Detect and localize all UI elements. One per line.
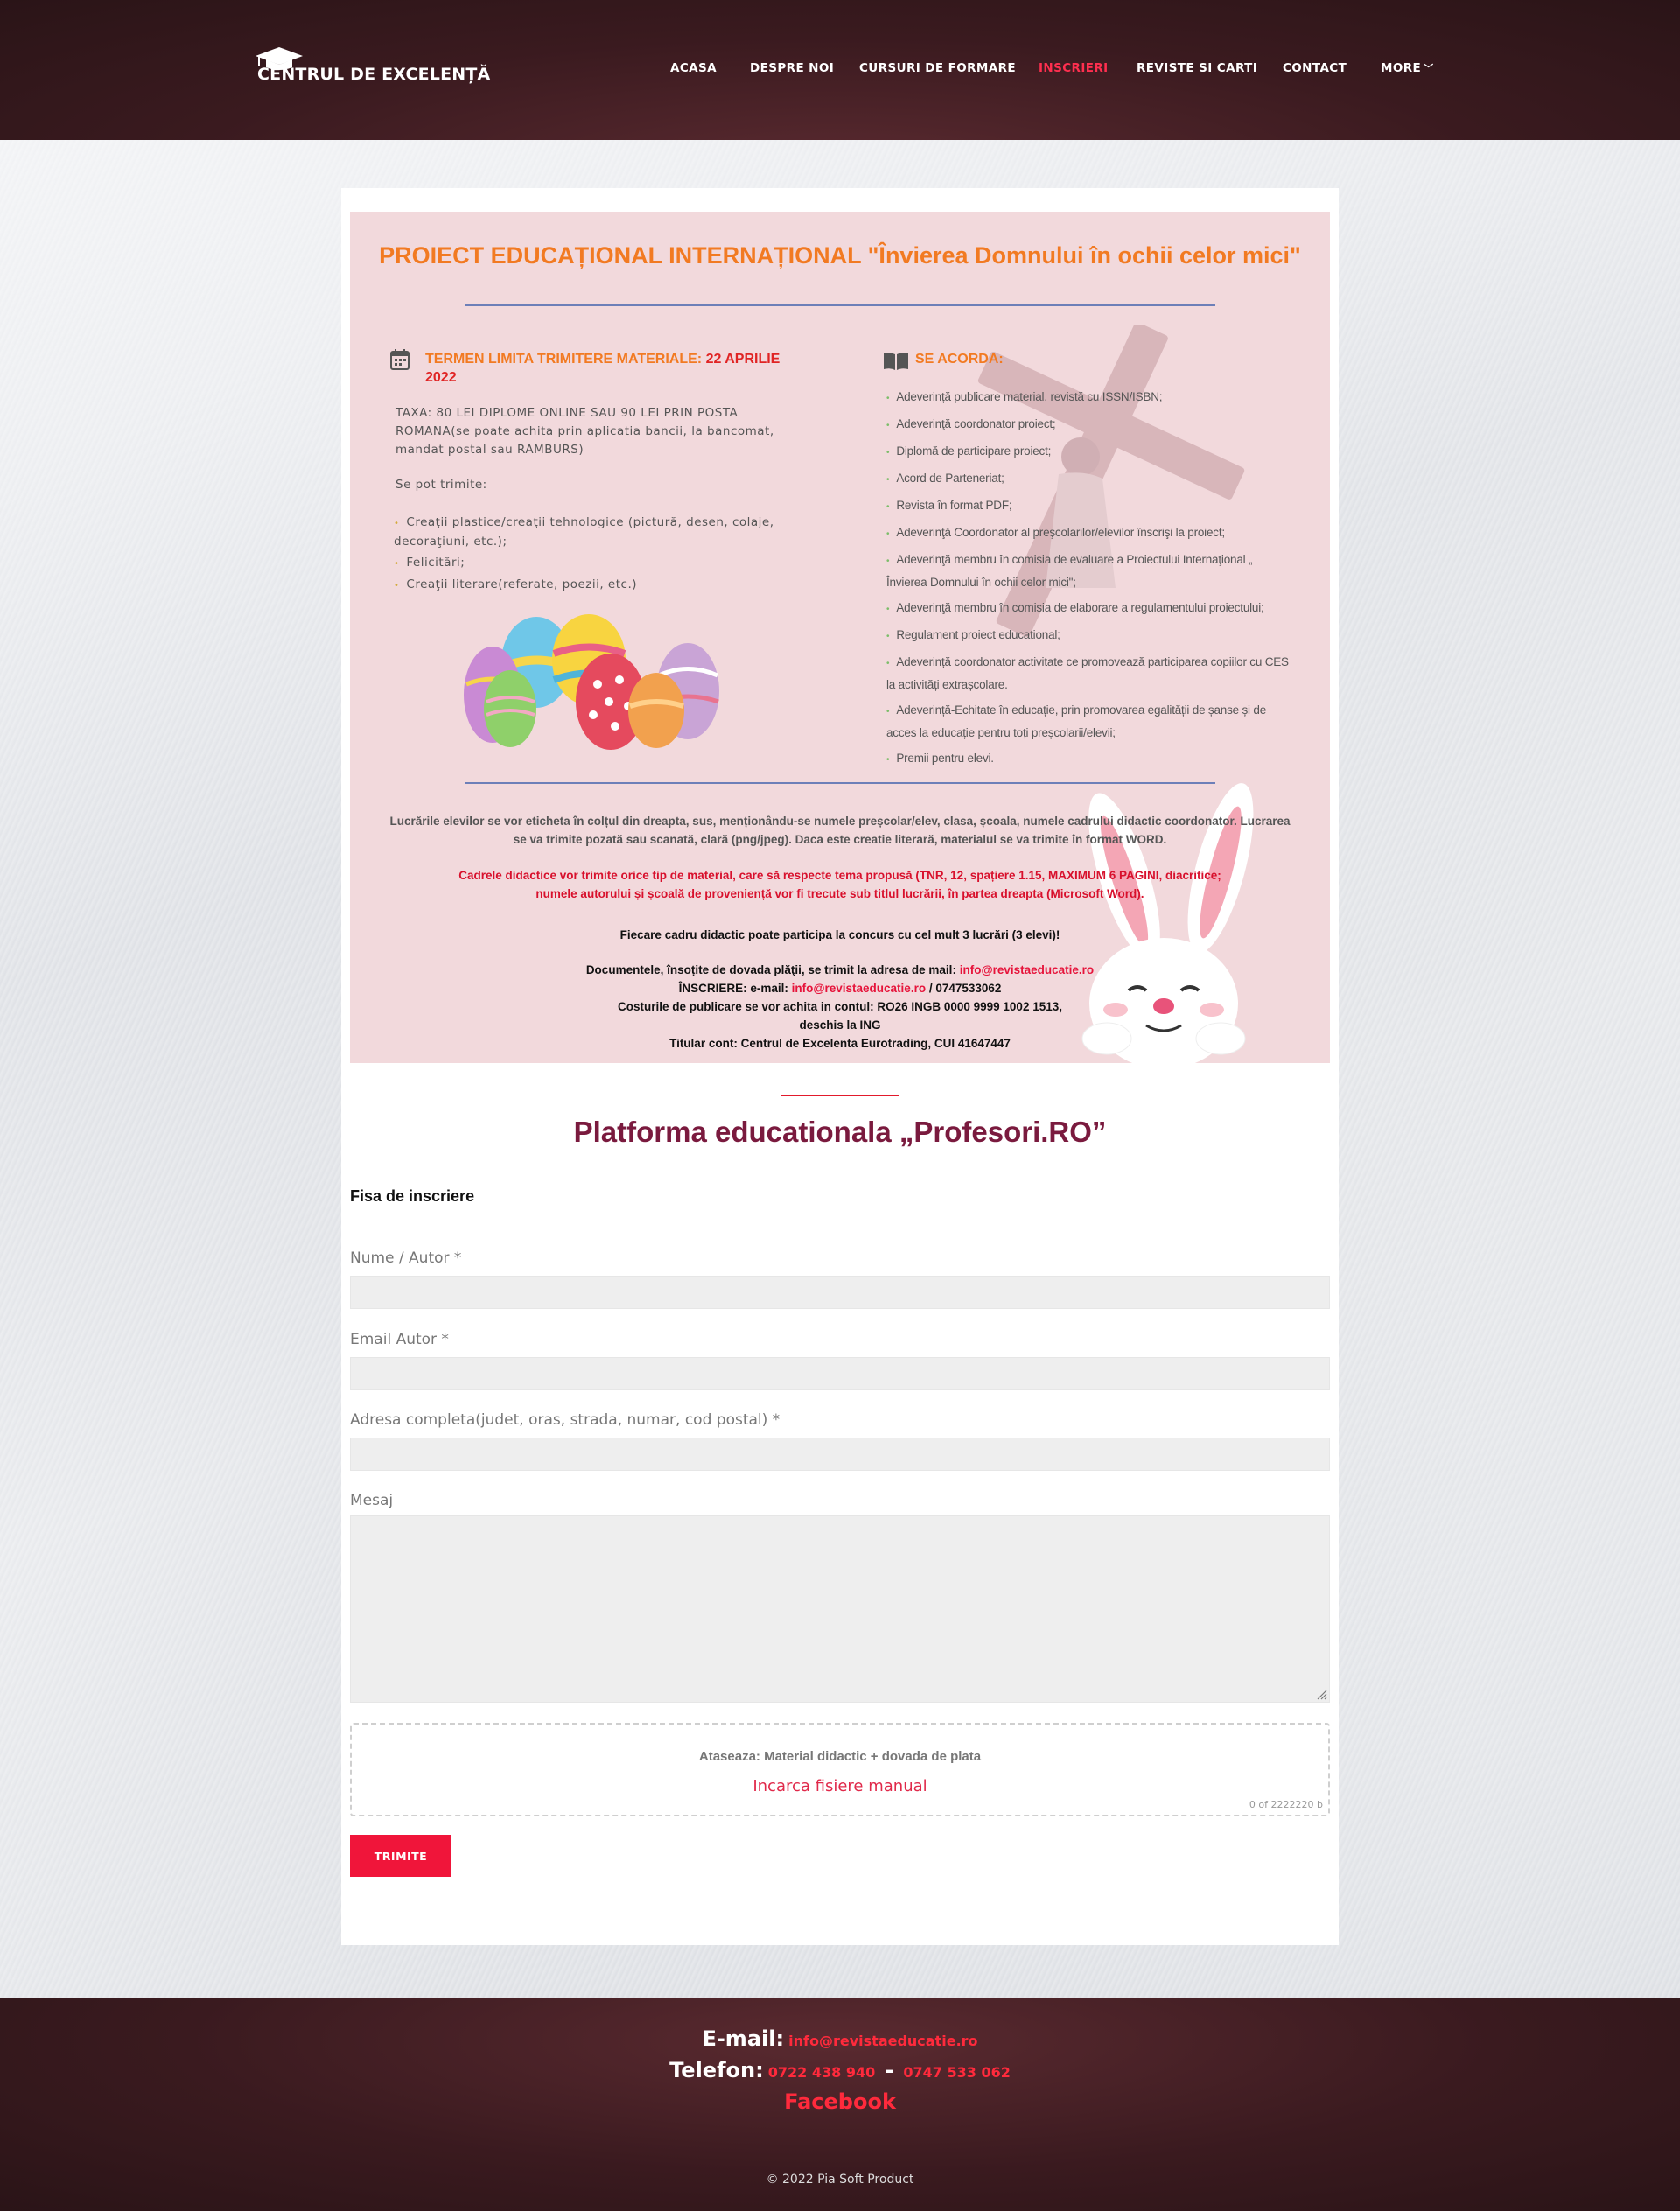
can-send-list: • Creaţii plastice/creaţii tehnologice (p…	[394, 514, 796, 598]
fee-text: TAXA: 80 LEI DIPLOME ONLINE SAU 90 LEI P…	[396, 406, 774, 457]
project-poster: PROIECT EDUCAȚIONAL INTERNAȚIONAL "Învie…	[350, 212, 1330, 1063]
deadline-title: TERMEN LIMITA TRIMITERE MATERIALE: 22 AP…	[425, 350, 810, 387]
footer-facebook-row: Facebook	[0, 2089, 1680, 2114]
list-item: • Acord de Parteneriat;	[886, 472, 1004, 485]
divider	[465, 304, 1215, 306]
file-upload-dropzone[interactable]: Ataseaza: Material didactic + dovada de …	[350, 1723, 1330, 1816]
list-item: • Felicitări;	[394, 556, 466, 570]
deadline-label: TERMEN LIMITA TRIMITERE MATERIALE:	[425, 352, 703, 367]
list-item: • Creaţii plastice/creaţii tehnologice (p…	[394, 515, 774, 549]
name-label: Nume / Autor *	[350, 1249, 462, 1267]
footer-phone-2[interactable]: 0747 533 062	[903, 2064, 1010, 2081]
list-item: • Adeverinţă Coordonator al preşcolarilor…	[886, 526, 1225, 539]
name-input[interactable]	[350, 1276, 1330, 1309]
list-item: • Adeverinţă membru în comisia de elabora…	[886, 601, 1264, 614]
nav-cursuri-de-formare[interactable]: CURSURI DE FORMARE	[859, 61, 1016, 75]
main-card: PROIECT EDUCAȚIONAL INTERNAȚIONAL "Învie…	[341, 188, 1339, 1945]
list-item: • Diplomă de participare proiect;	[886, 444, 1052, 458]
site-logo[interactable]: CENTRUL DE EXCELENȚĂ	[252, 45, 490, 89]
documents-line: Documentele, însoțite de dovada plăţii, …	[385, 961, 1295, 979]
list-item: • Adeverinţă coordonator proiect;	[886, 417, 1056, 430]
documents-label: Documentele, însoțite de dovada plăţii, …	[585, 963, 956, 976]
list-item: • Adeverinţă membru în comisia de evaluar…	[886, 553, 1253, 589]
nav-inscrieri[interactable]: INSCRIERI	[1039, 61, 1109, 75]
list-item: • Adeverință-Echitate în educație, prin p…	[886, 703, 1267, 739]
nav-despre-noi[interactable]: DESPRE NOI	[750, 61, 834, 75]
email-label: Email Autor *	[350, 1331, 449, 1348]
upload-size-counter: 0 of 2222220 b	[1249, 1799, 1323, 1810]
list-item: • Adeverință coordonator activitate ce pr…	[886, 655, 1289, 691]
participation-limit: Fiecare cadru didactic poate participa l…	[620, 928, 1060, 941]
message-label: Mesaj	[350, 1492, 394, 1509]
resize-handle-icon[interactable]	[1317, 1690, 1327, 1700]
payment-account: Costurile de publicare se vor achita in …	[618, 1000, 1062, 1013]
copyright-row: © 2022 Pia Soft Product	[0, 2170, 1680, 2187]
form-heading: Fisa de inscriere	[350, 1187, 475, 1205]
message-textarea[interactable]	[350, 1515, 1330, 1703]
address-label: Adresa completa(judet, oras, strada, num…	[350, 1411, 780, 1429]
footer-phone-label: Telefon:	[669, 2058, 764, 2082]
open-book-icon	[884, 353, 908, 370]
footer-email-link[interactable]: info@revistaeducatie.ro	[788, 2033, 977, 2049]
list-item: • Revista în format PDF;	[886, 499, 1012, 512]
list-item: • Premii pentru elevi.	[886, 752, 994, 765]
awards-title: SE ACORDA:	[915, 352, 1004, 367]
list-item: • Regulament proiect educational;	[886, 628, 1060, 641]
footer-phone-row: Telefon: 0722 438 940 - 0747 533 062	[0, 2058, 1680, 2082]
logo-text: CENTRUL DE EXCELENȚĂ	[257, 65, 491, 84]
awards-list: • Adeverință publicare material, revistă …	[886, 387, 1289, 775]
chevron-down-icon: ﹀	[1424, 63, 1434, 74]
upload-title: Ataseaza: Material didactic + dovada de …	[698, 1749, 982, 1764]
list-item: • Adeverință publicare material, revistă …	[886, 390, 1163, 403]
documents-email-link[interactable]: info@revistaeducatie.ro	[960, 963, 1094, 976]
nav-acasa[interactable]: ACASA	[670, 61, 717, 75]
facebook-link[interactable]: Facebook	[784, 2089, 896, 2114]
registration-email-link[interactable]: info@revistaeducatie.ro	[792, 982, 926, 995]
can-send-title: Se pot trimite:	[396, 478, 487, 492]
list-item: • Creaţii literare(referate, poezii, etc.…	[394, 577, 638, 591]
title-accent-line	[780, 1095, 900, 1096]
upload-manual-link[interactable]: Incarca fisiere manual	[352, 1777, 1328, 1795]
email-input[interactable]	[350, 1357, 1330, 1390]
platform-title: Platforma educationala „Profesori.RO”	[573, 1116, 1107, 1148]
poster-title: PROIECT EDUCAȚIONAL INTERNAȚIONAL "Învie…	[379, 242, 1301, 269]
site-header: CENTRUL DE EXCELENȚĂ ACASA DESPRE NOI CU…	[0, 0, 1680, 140]
nav-contact[interactable]: CONTACT	[1283, 61, 1347, 75]
address-input[interactable]	[350, 1438, 1330, 1471]
footer-phone-1[interactable]: 0722 438 940	[768, 2064, 875, 2081]
submit-button[interactable]: TRIMITE	[350, 1835, 452, 1877]
easter-eggs-illustration	[464, 614, 719, 750]
footer-email-label: E-mail:	[702, 2026, 785, 2051]
teacher-instructions: Cadrele didactice vor trimite orice tip …	[458, 869, 1222, 900]
nav-more-label: MORE	[1381, 61, 1422, 75]
registration-line: ÎNSCRIERE: e-mail: info@revistaeducatie.…	[385, 979, 1295, 997]
registration-label: ÎNSCRIERE: e-mail:	[678, 982, 788, 995]
registration-phone: / 0747533062	[928, 982, 1002, 995]
calendar-icon	[390, 349, 410, 370]
site-footer: E-mail: info@revistaeducatie.ro Telefon:…	[0, 1998, 1680, 2211]
phone-separator: -	[885, 2058, 894, 2082]
nav-reviste-si-carti[interactable]: REVISTE SI CARTI	[1137, 61, 1257, 75]
copyright-text: © 2022 Pia Soft Product	[766, 2173, 914, 2187]
labeling-instructions: Lucrările elevilor se vor eticheta în co…	[389, 815, 1291, 846]
nav-more[interactable]: MORE ﹀	[1381, 61, 1434, 75]
footer-email-row: E-mail: info@revistaeducatie.ro	[0, 2026, 1680, 2051]
payment-bank: deschis la ING	[799, 1018, 881, 1032]
account-holder: Titular cont: Centrul de Excelenta Eurot…	[669, 1037, 1011, 1050]
